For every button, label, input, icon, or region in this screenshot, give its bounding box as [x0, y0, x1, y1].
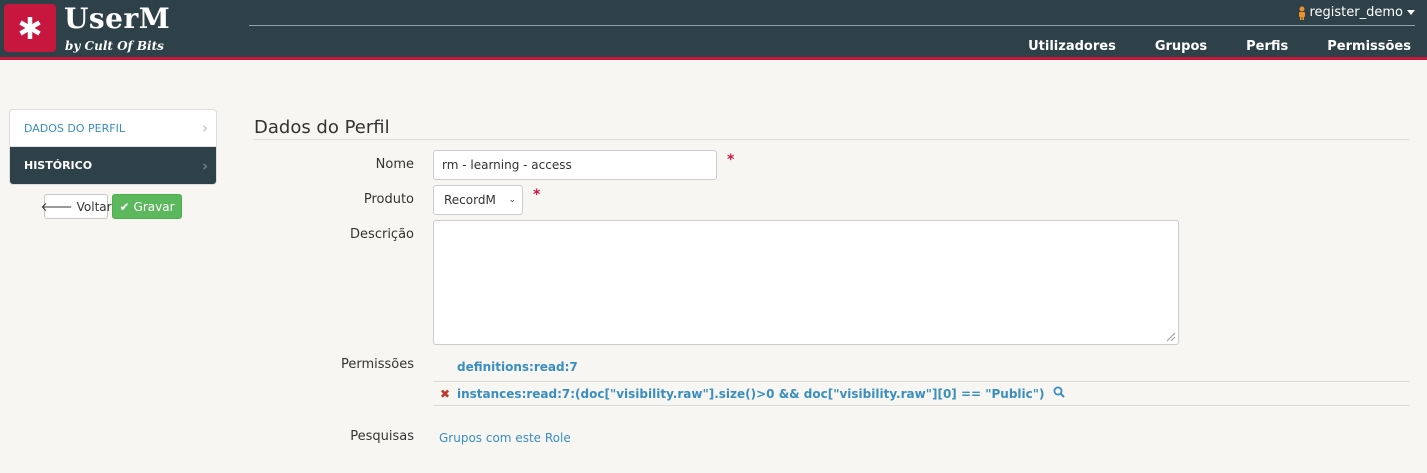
product-select[interactable]: RecordM ⌄	[433, 185, 523, 215]
nav-item-grupos[interactable]: Grupos	[1155, 39, 1207, 54]
username-label: register_demo	[1309, 5, 1403, 20]
check-icon: ✔	[119, 199, 130, 214]
resize-handle-icon[interactable]	[1166, 332, 1176, 342]
nav-item-perfis[interactable]: Perfis	[1246, 39, 1288, 54]
back-button-label: Voltar	[76, 199, 112, 214]
sidebar-item-dados-do-perfil[interactable]: DADOS DO PERFIL ›	[10, 110, 216, 147]
search-icon[interactable]	[1053, 386, 1065, 401]
required-marker: *	[727, 152, 735, 168]
back-button[interactable]: 🡐 Voltar	[40, 194, 112, 219]
chevron-right-icon: ›	[201, 119, 208, 137]
permission-link[interactable]: definitions:read:7	[457, 360, 578, 374]
user-menu[interactable]: register_demo	[1297, 5, 1415, 20]
chevron-right-icon: ›	[201, 156, 208, 175]
name-field[interactable]	[433, 150, 717, 180]
groups-with-role-link[interactable]: Grupos com este Role	[439, 431, 571, 445]
asterisk-logo-icon[interactable]	[4, 4, 56, 52]
permission-link[interactable]: instances:read:7:(doc["visibility.raw"].…	[457, 387, 1045, 401]
description-label: Descrição	[350, 227, 414, 242]
description-textarea[interactable]	[433, 220, 1179, 345]
arrow-left-icon: 🡐	[40, 200, 73, 214]
permission-row: ✖ instances:read:7:(doc["visibility.raw"…	[433, 381, 1409, 406]
sidebar-item-label: HISTÓRICO	[24, 159, 93, 172]
nav-item-permissoes[interactable]: Permissões	[1327, 39, 1411, 54]
sidebar-nav: DADOS DO PERFIL › HISTÓRICO ›	[9, 109, 217, 185]
person-icon	[1297, 6, 1307, 20]
save-button[interactable]: ✔ Gravar	[112, 194, 182, 219]
nav-item-utilizadores[interactable]: Utilizadores	[1028, 39, 1116, 54]
required-marker: *	[533, 187, 541, 203]
name-label: Nome	[375, 157, 414, 172]
app-title: UserM	[64, 2, 171, 35]
top-header: UserM by Cult Of Bits register_demo Util…	[0, 0, 1427, 60]
sidebar-item-label: DADOS DO PERFIL	[24, 121, 125, 135]
searches-label: Pesquisas	[350, 429, 414, 444]
app-subtitle: by Cult Of Bits	[65, 39, 164, 53]
chevron-down-icon	[1407, 10, 1415, 15]
header-divider	[249, 25, 1415, 26]
chevron-down-icon: ⌄	[508, 195, 516, 205]
title-divider	[254, 139, 1409, 140]
permission-row: definitions:read:7	[433, 355, 1409, 379]
main-nav: Utilizadores Grupos Perfis Permissões	[989, 39, 1411, 54]
remove-icon[interactable]: ✖	[433, 387, 457, 401]
page-title: Dados do Perfil	[254, 117, 390, 138]
sidebar-item-historico[interactable]: HISTÓRICO ›	[10, 147, 216, 184]
permissions-label: Permissões	[340, 357, 414, 372]
product-select-value: RecordM	[444, 193, 496, 207]
save-button-label: Gravar	[133, 199, 175, 214]
product-label: Produto	[363, 192, 414, 207]
